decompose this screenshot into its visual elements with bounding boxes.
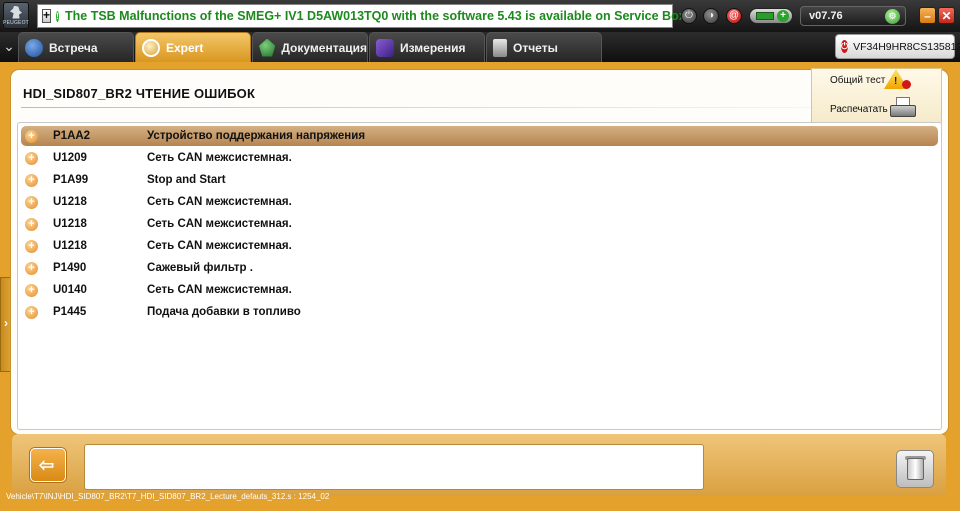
fault-row[interactable]: + P1490 Сажевый фильтр . [21, 258, 938, 278]
fault-code: U1218 [53, 218, 87, 230]
fault-description: Сеть CAN межсистемная. [147, 218, 292, 230]
fault-row[interactable]: + U1209 Сеть CAN межсистемная. [21, 148, 938, 168]
arrow-left-icon: ⇦ [39, 455, 55, 475]
fault-description: Подача добавки в топливо [147, 306, 301, 318]
fault-list: + P1AA2 Устройство поддержания напряжени… [17, 122, 942, 430]
tab-label: Expert [166, 40, 204, 55]
fault-description: Сажевый фильтр . [147, 262, 253, 274]
trash-icon [907, 458, 924, 480]
status-ok-icon: ⚙ [885, 9, 900, 24]
signal-icon[interactable]: ◑ [703, 8, 719, 24]
fault-code: U1218 [53, 196, 87, 208]
minimize-button[interactable]: – [919, 7, 936, 24]
version-badge: v07.76 ⚙ [800, 6, 906, 26]
fault-code: U1209 [53, 152, 87, 164]
fault-code: P1AA2 [53, 130, 91, 142]
tab-measurements[interactable]: Измерения [369, 32, 485, 62]
close-button[interactable]: ✕ [938, 7, 955, 24]
chevron-down-icon[interactable]: ⌄ [2, 38, 16, 56]
page-title: HDI_SID807_BR2 ЧТЕНИЕ ОШИБОК [23, 86, 256, 101]
power-icon: ⏻ [841, 40, 849, 53]
peugeot-logo: PEUGEOT [3, 2, 29, 29]
message-area [84, 444, 704, 490]
tab-bar: ⌄ Встреча Expert Документация Измерения … [0, 32, 960, 62]
bottom-toolbar: ⇦ [12, 434, 946, 496]
tab-label: Измерения [400, 40, 466, 55]
tab-reports[interactable]: Отчеты [486, 32, 602, 62]
print-label: Распечатать [830, 104, 888, 115]
fault-description: Устройство поддержания напряжения [147, 130, 366, 142]
expand-icon[interactable]: + [25, 129, 38, 143]
content-panel: HDI_SID807_BR2 ЧТЕНИЕ ОШИБОК Общий тест … [10, 68, 949, 435]
notification-text: The TSB Malfunctions of the SMEG+ IV1 D5… [65, 9, 686, 23]
top-bar: PEUGEOT + ! The TSB Malfunctions of the … [0, 0, 960, 32]
printer-icon[interactable] [890, 97, 916, 119]
globe-icon [25, 38, 43, 57]
fault-row[interactable]: + P1AA2 Устройство поддержания напряжени… [21, 126, 938, 146]
vin-button[interactable]: ⏻ VF34H9HR8CS135812 [835, 34, 960, 59]
fault-code: U0140 [53, 284, 87, 296]
tab-expert[interactable]: Expert [135, 32, 251, 62]
expand-icon[interactable]: + [25, 239, 38, 253]
tab-label: Отчеты [513, 40, 558, 55]
tab-label: Документация [281, 40, 367, 55]
stop-icon[interactable]: ⏻ [681, 8, 697, 24]
fault-description: Сеть CAN межсистемная. [147, 284, 292, 296]
fault-row[interactable]: + U1218 Сеть CAN межсистемная. [21, 214, 938, 234]
vin-text: VF34H9HR8CS135812 [853, 40, 960, 53]
general-test-label: Общий тест [830, 75, 886, 86]
print-button[interactable]: Распечатать [830, 104, 888, 115]
back-button[interactable]: ⇦ [30, 448, 66, 482]
version-label: v07.76 [809, 10, 843, 22]
expand-icon[interactable]: + [25, 151, 38, 165]
magnifier-icon [142, 38, 160, 57]
email-icon[interactable]: @ [726, 8, 742, 24]
measurement-icon [376, 38, 394, 57]
fault-description: Stop and Start [147, 174, 226, 186]
main-frame: › HDI_SID807_BR2 ЧТЕНИЕ ОШИБОК Общий тес… [0, 62, 960, 511]
expand-icon[interactable]: + [25, 217, 38, 231]
tab-documentation[interactable]: Документация [252, 32, 368, 62]
expand-icon[interactable]: + [25, 195, 38, 209]
tab-vstrecha[interactable]: Встреча [18, 32, 134, 62]
expand-notification-icon[interactable]: + [42, 9, 52, 23]
logo-text: PEUGEOT [3, 19, 29, 26]
alert-dot-icon [902, 80, 911, 89]
fault-row[interactable]: + U1218 Сеть CAN межсистемная. [21, 192, 938, 212]
documentation-icon [259, 38, 276, 57]
tab-label: Встреча [49, 40, 98, 55]
lion-icon [10, 5, 22, 19]
fault-row[interactable]: + P1A99 Stop and Start [21, 170, 938, 190]
fault-description: Сеть CAN межсистемная. [147, 240, 292, 252]
expand-icon[interactable]: + [25, 283, 38, 297]
fault-row[interactable]: + P1445 Подача добавки в топливо [21, 302, 938, 322]
notification-bar[interactable]: + ! The TSB Malfunctions of the SMEG+ IV… [37, 4, 686, 28]
fault-row[interactable]: + U0140 Сеть CAN межсистемная. [21, 280, 938, 300]
fault-code: U1218 [53, 240, 87, 252]
expand-icon[interactable]: + [25, 305, 38, 319]
fault-description: Сеть CAN межсистемная. [147, 196, 292, 208]
report-icon [493, 38, 507, 57]
fault-code: P1445 [53, 306, 87, 318]
fault-code: P1490 [53, 262, 87, 274]
actions-panel: Общий тест ! Распечатать [811, 68, 942, 128]
battery-plus-icon: + [777, 10, 789, 22]
battery-level [756, 12, 774, 20]
fault-row[interactable]: + U1218 Сеть CAN межсистемная. [21, 236, 938, 256]
fault-description: Сеть CAN межсистемная. [147, 152, 292, 164]
chevron-right-icon: › [4, 316, 8, 330]
expand-icon[interactable]: + [25, 173, 38, 187]
expand-icon[interactable]: + [25, 261, 38, 275]
delete-faults-button[interactable] [896, 450, 934, 488]
title-divider [21, 107, 811, 108]
general-test-button[interactable]: Общий тест [830, 75, 885, 86]
fault-code: P1A99 [53, 174, 89, 186]
status-path: Vehicle\T7\INJ\HDI_SID807_BR2\T7_HDI_SID… [6, 492, 330, 501]
info-icon: ! [56, 10, 60, 22]
battery-indicator: + [749, 8, 793, 24]
